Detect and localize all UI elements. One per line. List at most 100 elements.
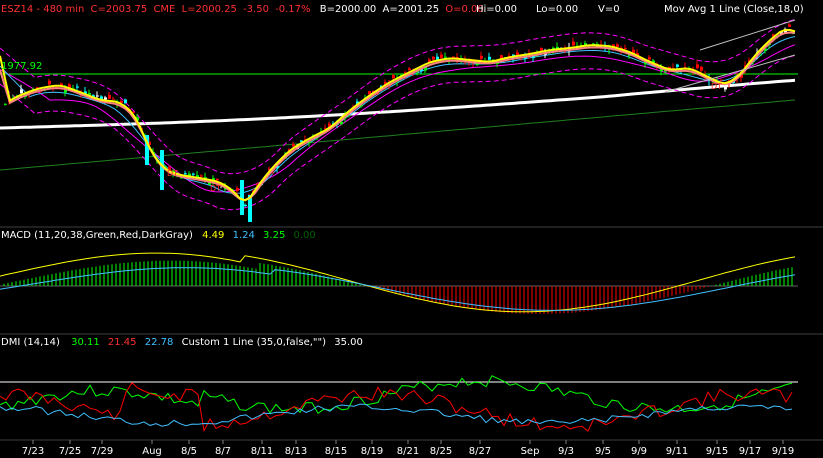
- slow-ma-line: [0, 78, 796, 130]
- candle-body: [440, 54, 443, 58]
- candle-body: [488, 56, 491, 60]
- candle-body: [540, 48, 543, 51]
- candle-body: [108, 94, 111, 99]
- candle-body: [292, 144, 295, 147]
- x-axis-tick-label: 8/19: [360, 446, 384, 457]
- custom-line-value: 35.00: [334, 337, 363, 348]
- dt-marker: DT: [167, 169, 179, 178]
- dt-marker: DT: [711, 82, 723, 91]
- dmi-value-3: 22.78: [144, 337, 174, 348]
- candle-body: [192, 173, 195, 175]
- candle-body: [240, 180, 244, 215]
- candle-body: [648, 57, 651, 60]
- candle-body: [112, 98, 115, 100]
- macd-header: MACD (11,20,38,Green,Red,DarkGray) 4.49 …: [1, 230, 316, 242]
- hi-value: Hi=0.00: [476, 4, 517, 15]
- bid-value: B=2000.00: [319, 4, 377, 15]
- candle-body: [408, 68, 411, 70]
- exchange-label: CME: [153, 4, 176, 15]
- x-axis-tick-label: 9/17: [738, 446, 762, 457]
- x-axis: [32, 440, 784, 444]
- candle-body: [788, 24, 791, 27]
- candle-body: [216, 178, 219, 181]
- candle-body: [96, 95, 99, 97]
- candle-body: [624, 47, 627, 49]
- custom-line-title[interactable]: Custom 1 Line (35,0,false,""): [182, 337, 326, 348]
- macd-line: [0, 252, 796, 313]
- x-axis-tick-label: 9/11: [665, 446, 689, 457]
- x-axis-tick-label: 9/5: [594, 446, 612, 457]
- study-label[interactable]: Mov Avg 1 Line (Close,18,0): [664, 4, 804, 16]
- candle-body: [20, 89, 23, 94]
- envelope-upper: [0, 19, 796, 175]
- dmi-plus-line: [0, 375, 793, 415]
- dmi-title[interactable]: DMI (14,14): [1, 337, 60, 348]
- candle-body: [104, 97, 107, 100]
- dmi-minus-line: [0, 382, 793, 433]
- x-axis-tick-label: 8/21: [396, 446, 420, 457]
- x-axis-tick-label: 7/23: [21, 446, 45, 457]
- dmi-header: DMI (14,14) 30.11 21.45 22.78 Custom 1 L…: [1, 337, 363, 349]
- x-axis-tick-label: 8/15: [324, 446, 348, 457]
- x-axis-tick-label: 8/5: [180, 446, 198, 457]
- x-axis-tick-label: 9/19: [771, 446, 795, 457]
- lo-value: Lo=0.00: [536, 4, 579, 15]
- x-axis-tick-label: 8/11: [250, 446, 274, 457]
- last-value: L=2000.25: [181, 4, 237, 15]
- candle-body: [480, 55, 483, 59]
- dmi-value-1: 30.11: [71, 337, 100, 348]
- hline-price-label: 1977.92: [1, 61, 43, 72]
- candle-body: [236, 188, 239, 191]
- dmi-panel: [0, 375, 823, 441]
- candle-body: [4, 103, 7, 105]
- macd-value-4: 0.00: [293, 230, 316, 241]
- x-axis-tick-label: 8/13: [284, 446, 308, 457]
- fast-ma-red: [0, 31, 796, 202]
- candle-body: [500, 55, 503, 59]
- x-axis-tick-label: 9/9: [630, 446, 648, 457]
- x-axis-tick-label: Aug: [142, 446, 162, 457]
- candle-body: [184, 173, 187, 175]
- candle-body: [432, 56, 435, 60]
- candle-body: [244, 204, 247, 206]
- x-axis-tick-label: 8/25: [429, 446, 453, 457]
- macd-value-2: 1.24: [232, 230, 255, 241]
- x-axis-tick-label: 7/29: [90, 446, 114, 457]
- candle-body: [616, 44, 619, 47]
- pct-change-value: -0.17%: [275, 4, 311, 15]
- dmi-value-2: 21.45: [107, 337, 137, 348]
- header-bar: ESZ14 - 480 min C=2003.75 CME L=2000.25 …: [1, 4, 484, 16]
- candle-body: [76, 86, 79, 88]
- chart-canvas[interactable]: [0, 0, 823, 458]
- macd-value-1: 4.49: [202, 230, 225, 241]
- dt-marker: DT: [210, 184, 222, 193]
- x-axis-tick-label: 7/25: [58, 446, 82, 457]
- candle-body: [124, 99, 127, 103]
- x-axis-tick-label: Sep: [520, 446, 540, 457]
- candle-body: [444, 56, 447, 58]
- candle-body: [696, 64, 699, 69]
- cyan-ma-line: [0, 36, 796, 194]
- candle-body: [572, 41, 575, 46]
- candle-body: [48, 80, 51, 85]
- x-axis-tick-label: 9/15: [705, 446, 729, 457]
- candle-body: [160, 150, 164, 190]
- candle-body: [188, 173, 191, 176]
- candle-body: [724, 87, 727, 90]
- adx-line: [0, 403, 793, 427]
- macd-title[interactable]: MACD (11,20,38,Green,Red,DarkGray): [1, 230, 193, 241]
- volume-value: V=0: [598, 4, 620, 15]
- fast-ma-yellow: [0, 29, 796, 202]
- macd-value-3: 3.25: [263, 230, 286, 241]
- symbol-label: ESZ14 - 480 min: [1, 4, 85, 15]
- candle-body: [200, 175, 203, 177]
- change-value: -3.50: [243, 4, 269, 15]
- candle-body: [452, 56, 455, 58]
- mid-ma-line: [0, 44, 796, 193]
- x-axis-tick-label: 8/27: [468, 446, 492, 457]
- candle-body: [368, 91, 371, 94]
- candle-body: [392, 75, 395, 79]
- x-axis-tick-label: 8/7: [214, 446, 232, 457]
- x-axis-tick-label: 9/3: [557, 446, 575, 457]
- candle-body: [700, 66, 703, 71]
